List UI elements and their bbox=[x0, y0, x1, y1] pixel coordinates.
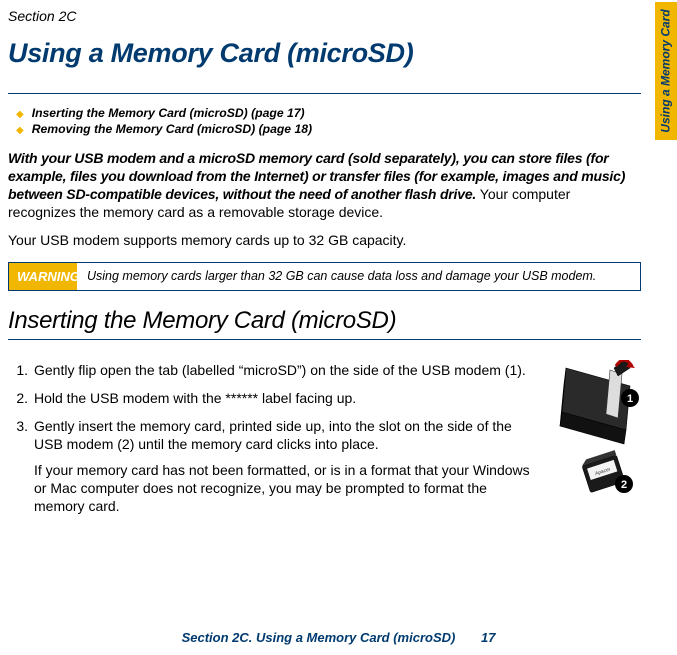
footer-text: Section 2C. Using a Memory Card (microSD… bbox=[182, 630, 456, 645]
toc-item: ◆ Removing the Memory Card (microSD) (pa… bbox=[8, 122, 641, 136]
step-item: 3. Gently insert the memory card, printe… bbox=[8, 418, 534, 516]
section-label: Section 2C bbox=[8, 8, 641, 24]
toc-item: ◆ Inserting the Memory Card (microSD) (p… bbox=[8, 106, 641, 120]
step-text: Gently flip open the tab (labelled “micr… bbox=[34, 362, 534, 380]
table-of-contents: ◆ Inserting the Memory Card (microSD) (p… bbox=[8, 106, 641, 136]
diamond-bullet-icon: ◆ bbox=[16, 125, 24, 136]
step-extra-text: If your memory card has not been formatt… bbox=[34, 462, 534, 516]
steps-list: 1. Gently flip open the tab (labelled “m… bbox=[8, 352, 542, 525]
step-number: 2. bbox=[8, 390, 28, 408]
footer-page-number: 17 bbox=[481, 630, 495, 645]
toc-item-text: Removing the Memory Card (microSD) (page… bbox=[32, 122, 312, 136]
capacity-line: Your USB modem supports memory cards up … bbox=[8, 232, 641, 248]
warning-box: WARNING Using memory cards larger than 3… bbox=[8, 262, 641, 292]
diamond-bullet-icon: ◆ bbox=[16, 109, 24, 120]
step-item: 2. Hold the USB modem with the ****** la… bbox=[8, 390, 534, 408]
warning-text: Using memory cards larger than 32 GB can… bbox=[77, 263, 640, 291]
side-tab-label: Using a Memory Card bbox=[659, 9, 673, 132]
step-text: Hold the USB modem with the ****** label… bbox=[34, 390, 534, 408]
intro-paragraph: With your USB modem and a microSD memory… bbox=[8, 150, 641, 222]
toc-item-text: Inserting the Memory Card (microSD) (pag… bbox=[32, 106, 305, 120]
page-footer: Section 2C. Using a Memory Card (microSD… bbox=[0, 630, 677, 645]
callout-one: 1 bbox=[627, 393, 633, 405]
step-number: 3. bbox=[8, 418, 28, 516]
callout-two: 2 bbox=[621, 479, 627, 491]
subheading-divider bbox=[8, 339, 641, 340]
side-thumb-tab: Using a Memory Card bbox=[655, 2, 677, 140]
step-item: 1. Gently flip open the tab (labelled “m… bbox=[8, 362, 534, 380]
page-content: Section 2C Using a Memory Card (microSD)… bbox=[0, 0, 677, 527]
usb-modem-illustration: 1 Apacer 2 bbox=[546, 360, 641, 527]
title-divider bbox=[8, 93, 641, 94]
warning-label: WARNING bbox=[9, 263, 77, 291]
subheading: Inserting the Memory Card (microSD) bbox=[8, 307, 641, 335]
page-title: Using a Memory Card (microSD) bbox=[8, 38, 641, 69]
step-text: Gently insert the memory card, printed s… bbox=[34, 418, 534, 454]
step-number: 1. bbox=[8, 362, 28, 380]
